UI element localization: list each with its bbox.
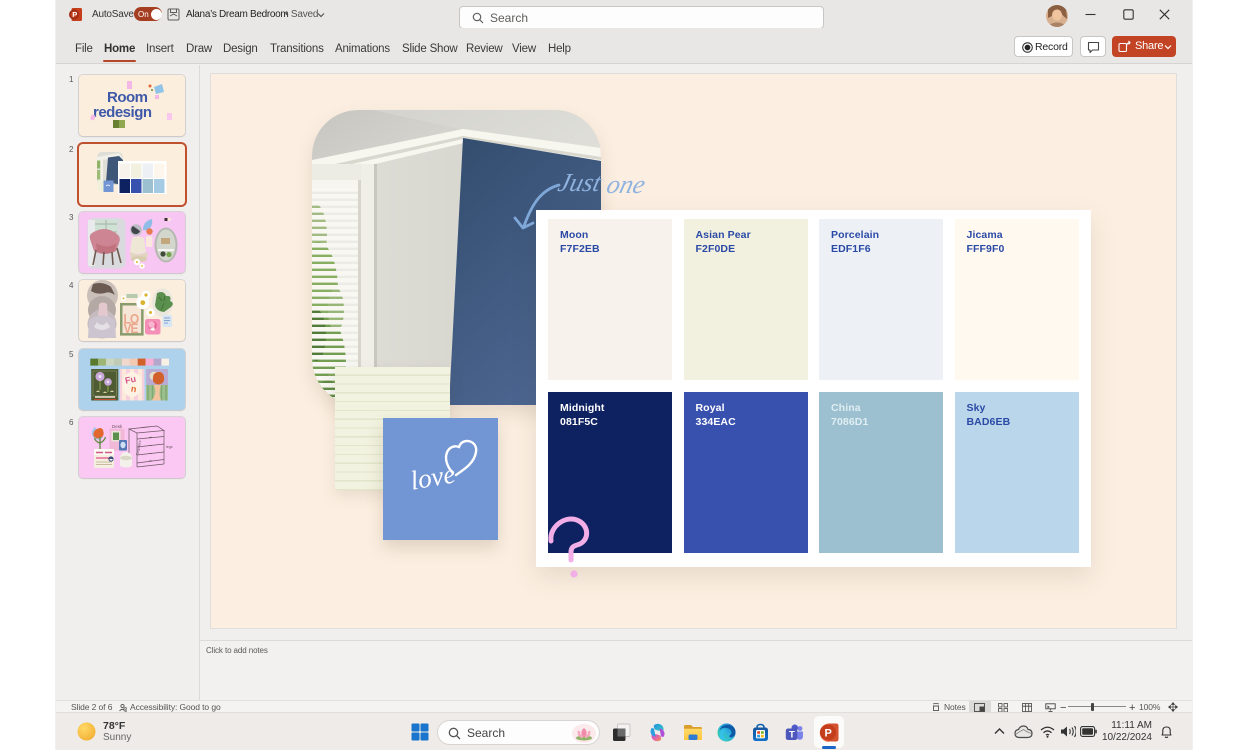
svg-text:T: T: [789, 729, 795, 740]
svg-text:redesign: redesign: [93, 104, 152, 121]
svg-text:P: P: [72, 10, 77, 19]
svg-text:Just: Just: [555, 167, 605, 197]
svg-text:Drawers: Drawers: [135, 439, 143, 455]
svg-text:P: P: [825, 727, 832, 739]
svg-text:love: love: [408, 458, 458, 495]
svg-text:one: one: [604, 169, 649, 199]
svg-text:Desk: Desk: [112, 424, 123, 429]
svg-text:VE: VE: [124, 320, 139, 336]
svg-text:legs: legs: [166, 445, 173, 449]
